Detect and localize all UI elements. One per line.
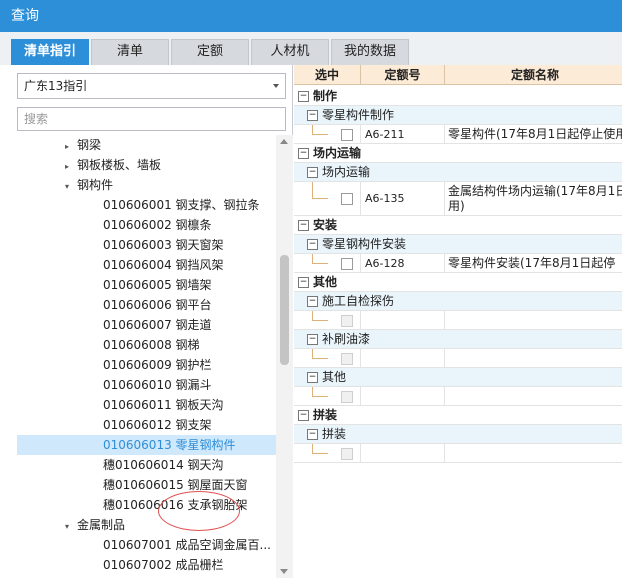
collapse-caret-icon[interactable]: ▾ [65, 177, 77, 197]
quota-name [445, 444, 622, 462]
header-code: 定额号 [361, 65, 445, 85]
quota-name [445, 387, 622, 405]
guide-select-value: 广东13指引 [24, 79, 88, 93]
collapse-icon[interactable]: − [307, 429, 318, 440]
scroll-down-icon[interactable] [280, 569, 288, 574]
tree-leaf[interactable]: 010606002 钢檩条 [17, 215, 276, 235]
tree-leaf[interactable]: 010606010 钢漏斗 [17, 375, 276, 395]
grid-header: 选中 定额号 定额名称 [294, 65, 622, 85]
group-row[interactable]: − 拼装 [294, 406, 622, 425]
quota-name: 零星构件(17年8月1日起停止使用 [448, 127, 622, 141]
collapse-icon[interactable]: − [307, 334, 318, 345]
tree-leaf[interactable]: 010607001 成品空调金属百... [17, 535, 276, 555]
quota-code [361, 387, 445, 405]
tab-quota[interactable]: 定额 [171, 39, 249, 65]
tree-leaf[interactable]: 010606007 钢走道 [17, 315, 276, 335]
tree-node[interactable]: ▾ 钢构件 [17, 175, 276, 195]
quota-code: A6-211 [361, 125, 445, 143]
quota-code: A6-135 [361, 182, 445, 215]
tree-leaf[interactable]: 穗010606015 钢屋面天窗 [17, 475, 276, 495]
tree-node[interactable]: ▸ 钢梁 [17, 135, 276, 155]
quota-name [445, 349, 622, 367]
table-row[interactable] [294, 444, 622, 463]
header-select: 选中 [294, 65, 361, 85]
subgroup-row[interactable]: − 零星构件制作 [294, 106, 622, 125]
tree-leaf[interactable]: 穗010606014 钢天沟 [17, 455, 276, 475]
collapse-icon[interactable]: − [307, 110, 318, 121]
collapse-caret-icon[interactable]: ▾ [65, 517, 77, 537]
tree-leaf[interactable]: 010607002 成品栅栏 [17, 555, 276, 575]
row-checkbox[interactable] [341, 391, 353, 403]
tree-leaf[interactable]: 010606006 钢平台 [17, 295, 276, 315]
collapse-icon[interactable]: − [298, 277, 309, 288]
table-row[interactable]: A6-211 零星构件(17年8月1日起停止使用 [294, 125, 622, 144]
tree-leaf-selected[interactable]: 010606013 零星钢构件 [17, 435, 276, 455]
group-row[interactable]: − 安装 [294, 216, 622, 235]
subgroup-row[interactable]: − 零星钢构件安装 [294, 235, 622, 254]
group-row[interactable]: − 其他 [294, 273, 622, 292]
subgroup-row[interactable]: − 其他 [294, 368, 622, 387]
tab-guide[interactable]: 清单指引 [11, 39, 89, 65]
tree-leaf[interactable]: 010606008 钢梯 [17, 335, 276, 355]
tab-my-data[interactable]: 我的数据 [331, 39, 409, 65]
row-checkbox[interactable] [341, 315, 353, 327]
collapse-icon[interactable]: − [307, 239, 318, 250]
tree-node[interactable]: ▸ 钢板楼板、墙板 [17, 155, 276, 175]
expand-caret-icon[interactable]: ▸ [65, 137, 77, 157]
row-checkbox[interactable] [341, 448, 353, 460]
row-checkbox[interactable] [341, 193, 353, 205]
collapse-icon[interactable]: − [298, 148, 309, 159]
header-name: 定额名称 [510, 68, 559, 82]
table-row[interactable] [294, 311, 622, 330]
row-checkbox[interactable] [341, 353, 353, 365]
left-pane: 广东13指引 ▸钢梁 ▸钢板楼板、墙板 ▾钢构件 010606001 钢支撑、钢… [0, 65, 293, 578]
tree-leaf[interactable]: 010606004 钢挡风架 [17, 255, 276, 275]
table-row[interactable] [294, 387, 622, 406]
tree-leaf[interactable]: 010606001 钢支撑、钢拉条 [17, 195, 276, 215]
quota-code [361, 349, 445, 367]
collapse-icon[interactable]: − [298, 91, 309, 102]
row-checkbox[interactable] [341, 129, 353, 141]
collapse-icon[interactable]: − [307, 167, 318, 178]
search-input[interactable] [17, 107, 286, 131]
dropdown-arrow-icon [273, 84, 279, 88]
scrollbar-thumb[interactable] [280, 255, 289, 365]
group-row[interactable]: − 场内运输 [294, 144, 622, 163]
tree-leaf[interactable]: 010606003 钢天窗架 [17, 235, 276, 255]
guide-select[interactable]: 广东13指引 [17, 73, 286, 99]
scroll-up-icon[interactable] [280, 139, 288, 144]
highlight-annotation-circle [158, 491, 240, 531]
collapse-icon[interactable]: − [307, 296, 318, 307]
tree-leaf[interactable]: 010606011 钢板天沟 [17, 395, 276, 415]
tree-leaf[interactable]: 010606009 钢护栏 [17, 355, 276, 375]
collapse-icon[interactable]: − [298, 220, 309, 231]
row-checkbox[interactable] [341, 258, 353, 270]
tree-scrollbar[interactable] [276, 135, 293, 578]
group-row[interactable]: − 制作 [294, 87, 622, 106]
tab-bar: 清单指引 清单 定额 人材机 我的数据 [0, 32, 622, 65]
quota-name [445, 311, 622, 329]
subgroup-row[interactable]: − 施工自检探伤 [294, 292, 622, 311]
tree-leaf[interactable]: 010606005 钢墙架 [17, 275, 276, 295]
tree-leaf[interactable]: 010606012 钢支架 [17, 415, 276, 435]
tab-labor-material[interactable]: 人材机 [251, 39, 329, 65]
quota-code [361, 311, 445, 329]
subgroup-row[interactable]: − 场内运输 [294, 163, 622, 182]
expand-caret-icon[interactable]: ▸ [65, 157, 77, 177]
table-row[interactable]: A6-128 零星构件安装(17年8月1日起停 [294, 254, 622, 273]
quota-name: 金属结构件场内运输(17年8月1日 用) [448, 184, 622, 213]
collapse-icon[interactable]: − [298, 410, 309, 421]
table-row[interactable]: A6-135 金属结构件场内运输(17年8月1日 用) [294, 182, 622, 216]
subgroup-row[interactable]: − 补刷油漆 [294, 330, 622, 349]
quota-code [361, 444, 445, 462]
quota-grid: 选中 定额号 定额名称 − 制作 − 零星构件制作 A6-211 零星构件(17年8… [294, 65, 622, 578]
window-title: 查询 [0, 0, 622, 32]
collapse-icon[interactable]: − [307, 372, 318, 383]
table-row[interactable] [294, 349, 622, 368]
tab-bill[interactable]: 清单 [91, 39, 169, 65]
quota-name: 零星构件安装(17年8月1日起停 [448, 256, 616, 270]
quota-code: A6-128 [361, 254, 445, 272]
subgroup-row[interactable]: − 拼装 [294, 425, 622, 444]
